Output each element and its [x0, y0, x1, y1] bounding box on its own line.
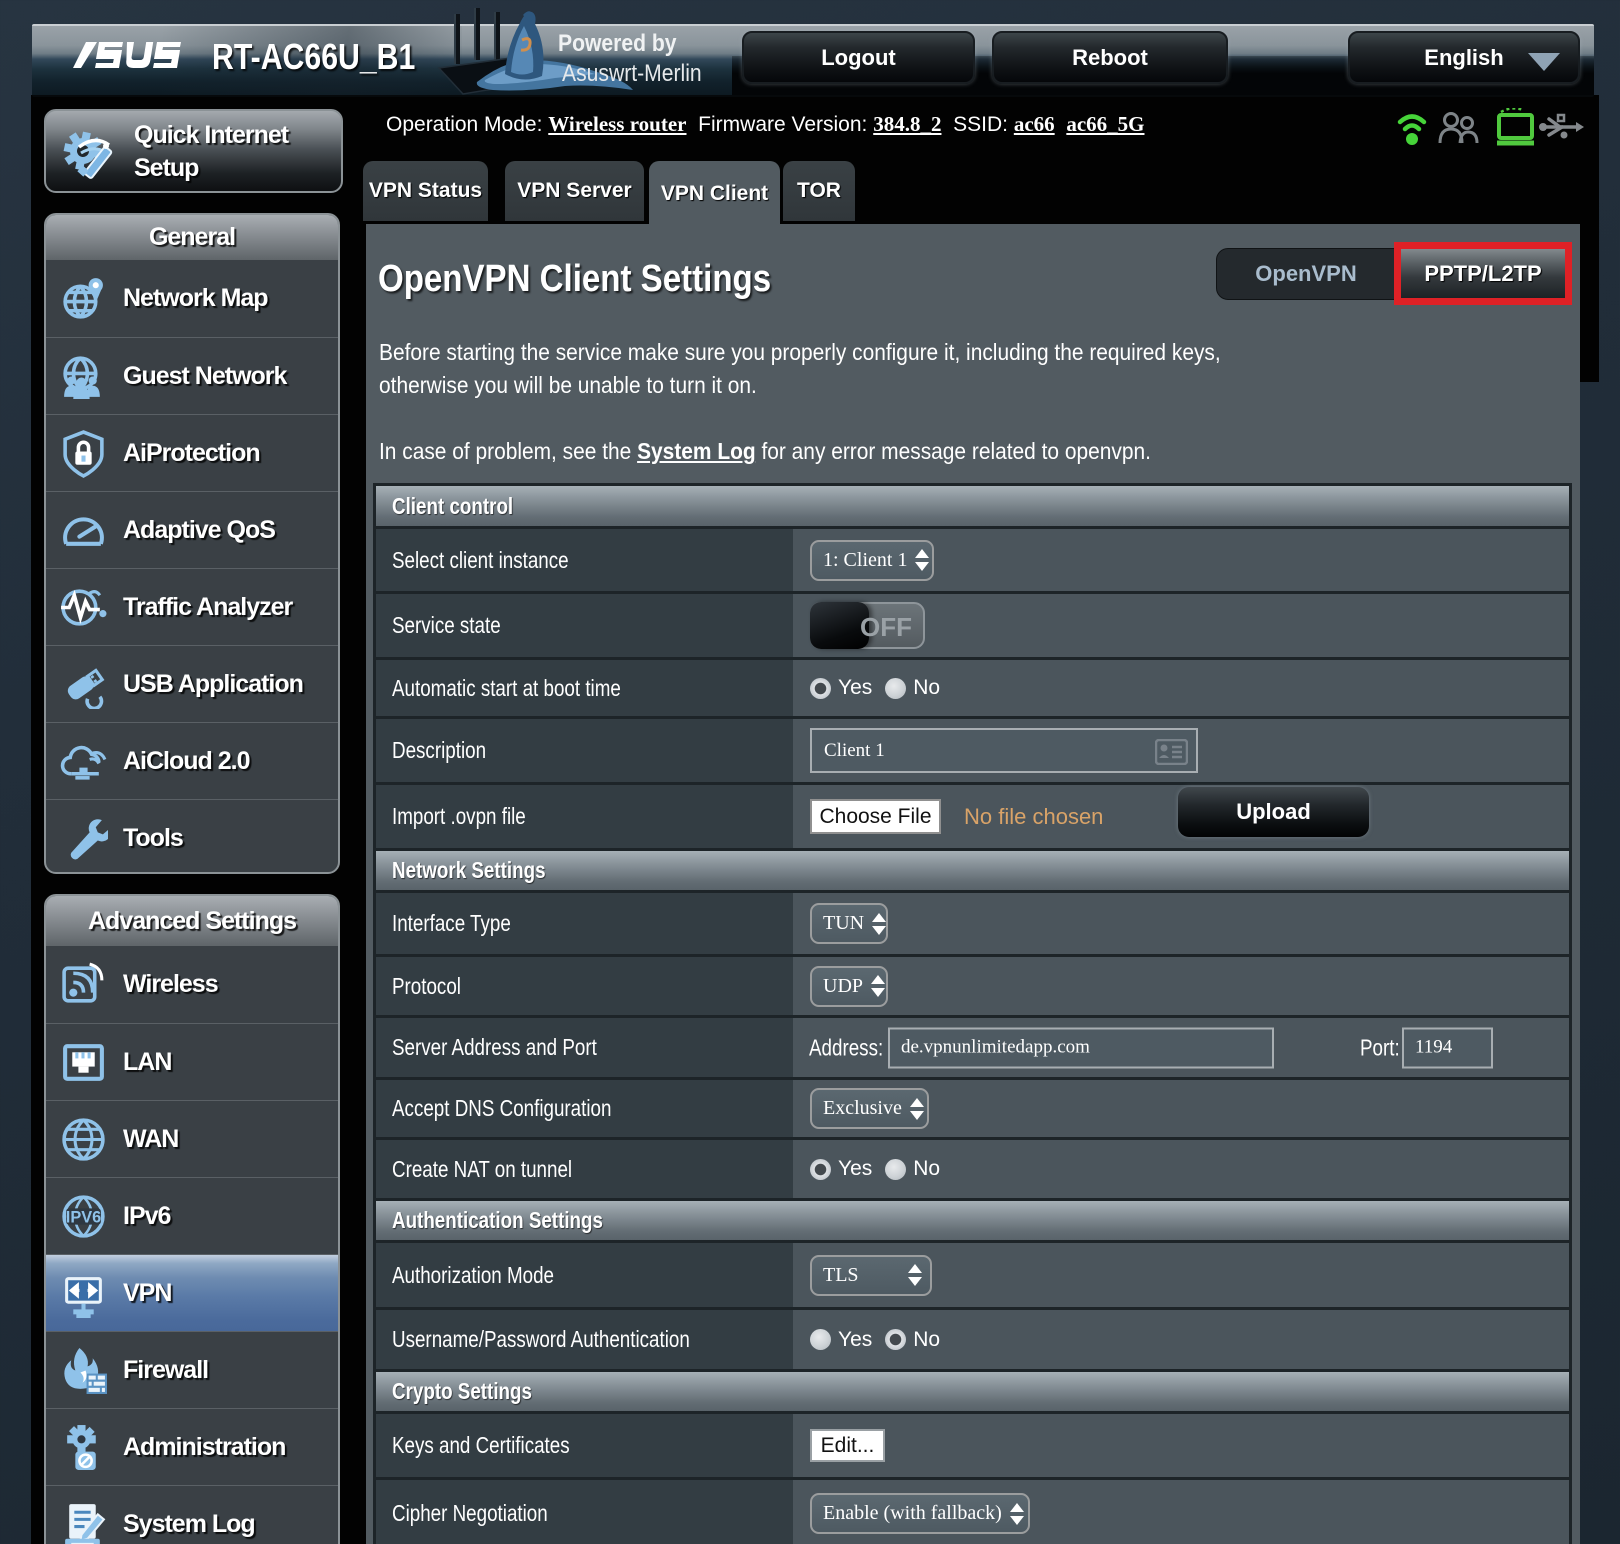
svg-text:IPV6: IPV6 — [66, 1208, 101, 1226]
